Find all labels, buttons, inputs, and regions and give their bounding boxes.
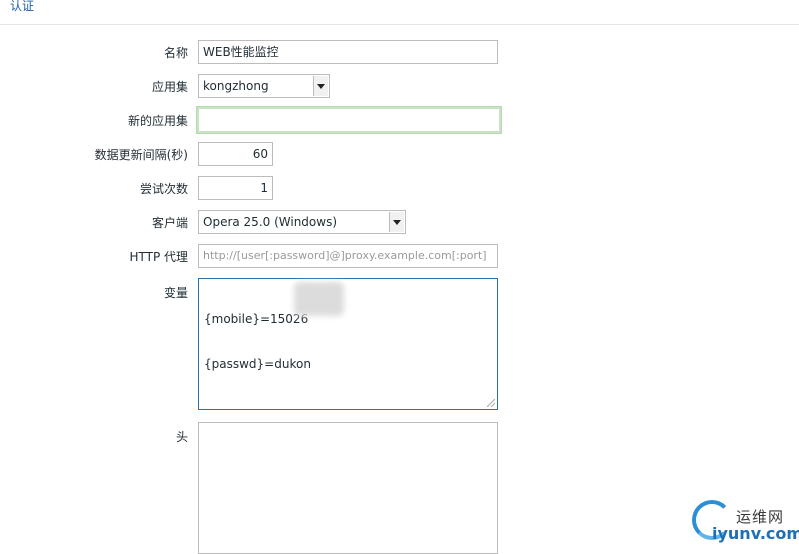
retries-label: 尝试次数 (139, 182, 188, 196)
redaction-blur (294, 282, 344, 316)
name-input[interactable]: WEB性能监控 (198, 40, 498, 64)
variables-label: 变量 (163, 286, 188, 300)
interval-input[interactable]: 60 (198, 142, 273, 166)
variables-line-2: {passwd}=dukon (204, 357, 311, 371)
headers-label: 头 (175, 430, 188, 444)
chevron-down-icon[interactable] (313, 76, 328, 96)
retries-input[interactable]: 1 (198, 176, 273, 200)
watermark-logo: 运维网 iyunv.com (692, 500, 799, 546)
watermark-en: iyunv.com (712, 524, 799, 543)
client-select[interactable]: Opera 25.0 (Windows) (198, 210, 406, 234)
client-value: Opera 25.0 (Windows) (203, 215, 338, 229)
name-label: 名称 (163, 46, 188, 60)
app-set-select[interactable]: kongzhong (198, 74, 330, 98)
variables-textarea[interactable]: {mobile}=15026 {passwd}=dukon (198, 278, 498, 410)
client-label: 客户端 (151, 216, 188, 230)
http-proxy-placeholder: http://[user[:password]@]proxy.example.c… (203, 249, 487, 262)
tab-bar: 认证 (0, 0, 799, 25)
http-proxy-label: HTTP 代理 (129, 250, 188, 264)
new-app-set-input[interactable] (197, 107, 501, 133)
chevron-down-icon[interactable] (389, 212, 404, 232)
http-proxy-input[interactable]: http://[user[:password]@]proxy.example.c… (198, 244, 498, 268)
tab-authentication[interactable]: 认证 (10, 0, 34, 14)
app-set-value: kongzhong (203, 79, 269, 93)
variables-line-1: {mobile}=15026 (204, 312, 309, 326)
headers-textarea[interactable] (198, 422, 498, 554)
app-set-label: 应用集 (151, 80, 188, 94)
new-app-set-label: 新的应用集 (127, 114, 188, 128)
interval-label: 数据更新间隔(秒) (94, 148, 188, 162)
resize-grip-icon[interactable] (487, 399, 495, 407)
